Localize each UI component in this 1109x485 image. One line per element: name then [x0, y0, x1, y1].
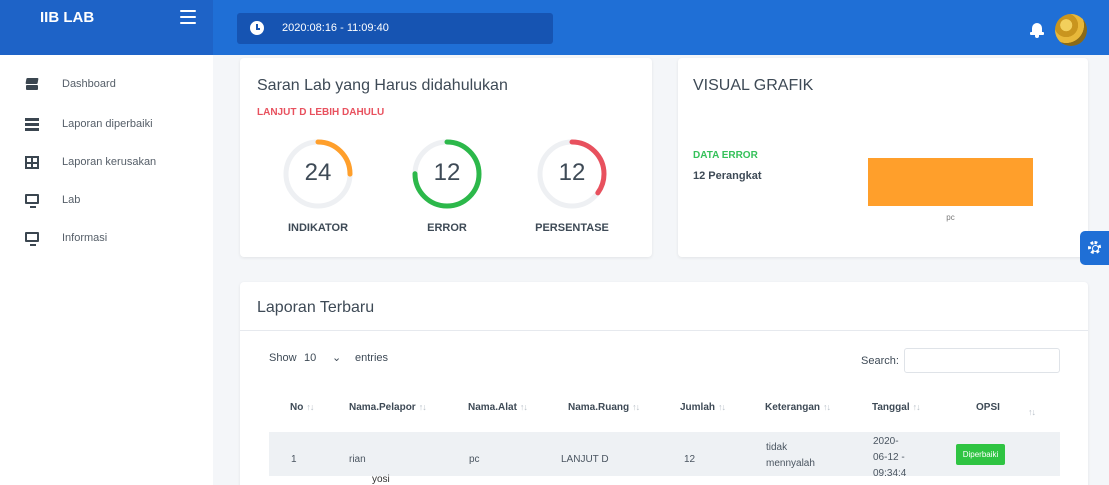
- layers-icon: [25, 78, 39, 91]
- gauge-value: 12: [433, 159, 461, 186]
- data-error-label: DATA ERROR: [693, 150, 758, 161]
- column-header-no[interactable]: No ↑↓: [290, 402, 314, 413]
- sort-icon: ↑↓: [306, 402, 314, 412]
- chart-bar-pc[interactable]: [868, 158, 1033, 206]
- report-card: Laporan Terbaru Show 10 ⌄ entries Search…: [240, 282, 1088, 485]
- bell-icon[interactable]: [1030, 22, 1044, 38]
- sidebar-item-informasi[interactable]: Informasi: [0, 224, 213, 254]
- column-header-pelapor[interactable]: Nama.Pelapor ↑↓: [349, 402, 427, 413]
- gauge-value: 12: [558, 159, 586, 186]
- cell-no: 1: [291, 454, 297, 465]
- gauge-label-indikator: INDIKATOR: [287, 222, 349, 234]
- sidebar: Dashboard Laporan diperbaiki Laporan ker…: [0, 55, 213, 485]
- cell-pelapor: rian: [349, 454, 366, 465]
- sidebar-item-lab[interactable]: Lab: [0, 186, 213, 216]
- sidebar-item-label: Laporan diperbaiki: [62, 118, 153, 130]
- clock-icon: [250, 21, 264, 35]
- card-title: Laporan Terbaru: [257, 299, 375, 316]
- card-title: VISUAL GRAFIK: [693, 77, 814, 94]
- sort-icon: ↑↓: [1028, 407, 1036, 417]
- sidebar-item-label: Informasi: [62, 232, 108, 244]
- priority-alert: LANJUT D LEBIH DAHULU: [257, 107, 385, 118]
- sort-icon: ↑↓: [718, 402, 726, 412]
- sidebar-item-laporan-diperbaiki[interactable]: Laporan diperbaiki: [0, 110, 213, 140]
- sort-icon: ↑↓: [418, 402, 427, 412]
- device-count: 12 Perangkat: [693, 170, 762, 182]
- cell-jumlah: 12: [684, 454, 696, 465]
- settings-button[interactable]: [1080, 231, 1109, 265]
- suggestion-card: Saran Lab yang Harus didahulukan LANJUT …: [240, 58, 652, 257]
- brand-area: IIB LAB: [0, 0, 213, 55]
- sort-icon: ↑↓: [632, 402, 640, 412]
- column-header-alat[interactable]: Nama.Alat ↑↓: [468, 402, 528, 413]
- cell-keterangan-line1: tidak: [766, 442, 788, 453]
- entries-value: 10: [304, 352, 317, 364]
- cell-ruang: LANJUT D: [561, 454, 609, 465]
- sidebar-item-laporan-kerusakan[interactable]: Laporan kerusakan: [0, 148, 213, 178]
- sort-icon: ↑↓: [823, 402, 831, 412]
- column-header-keterangan[interactable]: Keterangan ↑↓: [765, 402, 831, 413]
- gauge-value: 24: [304, 159, 332, 186]
- monitor-icon: [25, 194, 39, 208]
- entries-label: entries: [355, 352, 389, 364]
- gauge-error: 12: [411, 138, 483, 210]
- sidebar-item-label: Laporan kerusakan: [62, 156, 157, 168]
- cell-alat: pc: [469, 454, 480, 465]
- datetime-text: 2020:08:16 - 11:09:40: [282, 22, 389, 34]
- status-button[interactable]: Diperbaiki: [956, 444, 1005, 465]
- cell-keterangan-line2: mennyalah: [766, 458, 815, 469]
- show-label: Show: [269, 352, 297, 364]
- gauge-indikator: 24: [282, 138, 354, 210]
- monitor-icon: [25, 232, 39, 246]
- list-icon: [25, 118, 39, 131]
- column-header-opsi-sort[interactable]: ↑↓: [1028, 407, 1036, 418]
- chart-card: VISUAL GRAFIK DATA ERROR 12 Perangkat pc: [678, 58, 1088, 257]
- gauge-persentase: 12: [536, 138, 608, 210]
- divider: [240, 330, 1088, 331]
- search-input[interactable]: [904, 348, 1060, 373]
- gear-icon: [1088, 241, 1101, 254]
- cell-tanggal-line2: 06-12 -: [873, 452, 905, 463]
- column-header-tanggal[interactable]: Tanggal ↑↓: [872, 402, 921, 413]
- search-label: Search:: [861, 355, 899, 367]
- column-header-jumlah[interactable]: Jumlah ↑↓: [680, 402, 726, 413]
- chevron-down-icon: ⌄: [332, 352, 342, 364]
- datetime-display: 2020:08:16 - 11:09:40: [237, 13, 553, 44]
- top-navbar: IIB LAB 2020:08:16 - 11:09:40: [0, 0, 1109, 55]
- cell-tanggal-line1: 2020-: [873, 436, 899, 447]
- table-icon: [25, 156, 39, 169]
- sidebar-item-label: Dashboard: [62, 78, 116, 90]
- menu-toggle-icon[interactable]: [180, 10, 196, 24]
- avatar[interactable]: [1055, 14, 1087, 46]
- entries-select[interactable]: 10 ⌄: [300, 347, 352, 369]
- column-header-opsi[interactable]: OPSI: [976, 402, 1000, 413]
- card-title: Saran Lab yang Harus didahulukan: [257, 77, 508, 94]
- sort-icon: ↑↓: [912, 402, 921, 412]
- table-row: [269, 432, 1060, 476]
- partial-row-text: yosi: [372, 474, 390, 485]
- sidebar-item-label: Lab: [62, 194, 81, 206]
- gauge-label-persentase: PERSENTASE: [535, 222, 609, 234]
- gauge-label-error: ERROR: [427, 222, 467, 234]
- brand-title[interactable]: IIB LAB: [40, 9, 94, 26]
- cell-tanggal-line3: 09:34:4: [873, 468, 907, 479]
- column-header-ruang[interactable]: Nama.Ruang ↑↓: [568, 402, 640, 413]
- sidebar-item-dashboard[interactable]: Dashboard: [0, 70, 213, 100]
- chart-tick-label: pc: [946, 213, 955, 222]
- sort-icon: ↑↓: [519, 402, 528, 412]
